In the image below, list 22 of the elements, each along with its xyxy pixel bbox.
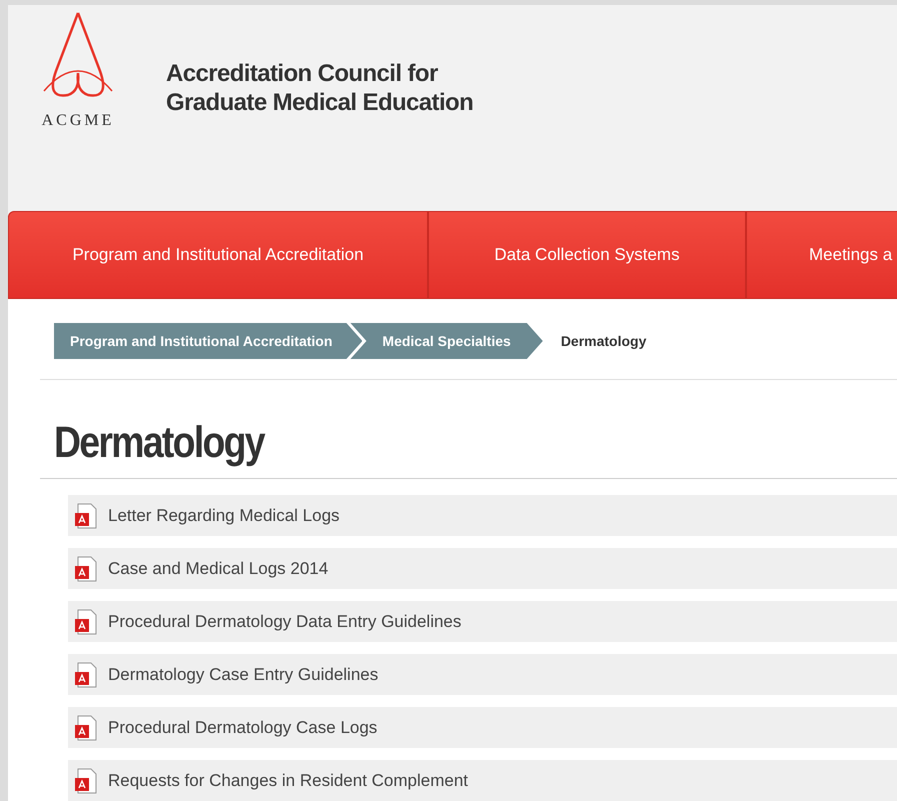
organization-name: Graduate Medical Education <box>166 88 474 117</box>
pdf-icon <box>74 502 98 528</box>
document-link[interactable]: Procedural Dermatology Data Entry Guidelines <box>68 601 897 642</box>
nav-tab[interactable]: Meetings a <box>746 211 897 299</box>
nav-tab[interactable]: Data Collection Systems <box>428 211 746 299</box>
document-link[interactable]: Dermatology Case Entry Guidelines <box>68 654 897 695</box>
breadcrumb-item[interactable]: Medical Specialties <box>350 323 543 359</box>
breadcrumb-item[interactable]: Program and Institutional Accreditation <box>54 323 362 359</box>
pdf-icon <box>74 608 98 634</box>
page-heading: Dermatology <box>54 418 266 468</box>
pdf-icon <box>74 662 98 688</box>
organization-name: Accreditation Council for <box>166 59 439 88</box>
document-link[interactable]: Letter Regarding Medical Logs <box>68 495 897 536</box>
breadcrumb-item[interactable]: Dermatology <box>542 323 664 359</box>
logo-wordmark: ACGME <box>42 111 114 131</box>
pdf-icon <box>74 556 98 582</box>
document-link[interactable]: Case and Medical Logs 2014 <box>68 548 897 589</box>
pdf-icon <box>74 768 98 794</box>
document-link[interactable]: Requests for Changes in Resident Complement <box>68 760 897 801</box>
nav-tab[interactable]: Program and Institutional Accreditation <box>8 211 428 299</box>
document-link[interactable]: Procedural Dermatology Case Logs <box>68 707 897 748</box>
pdf-icon <box>74 714 98 740</box>
